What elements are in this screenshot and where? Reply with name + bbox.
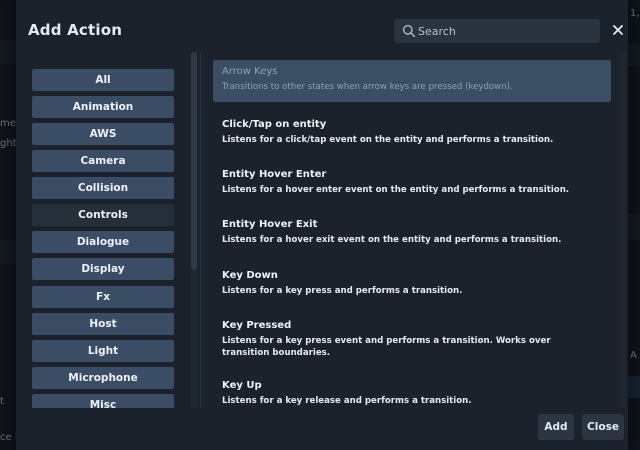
category-scrollbar-thumb[interactable] bbox=[191, 52, 197, 270]
action-item[interactable]: Key Down Listens for a key press and per… bbox=[213, 264, 611, 306]
category-label: Dialogue bbox=[76, 236, 130, 248]
action-item[interactable]: Key Pressed Listens for a key press even… bbox=[213, 314, 611, 368]
category-label: Host bbox=[89, 318, 117, 330]
category-list: All Animation AWS Camera Collision Contr… bbox=[31, 60, 191, 408]
category-button[interactable]: AWS bbox=[32, 123, 174, 145]
category-label: Display bbox=[81, 263, 125, 275]
category-label: All bbox=[95, 74, 111, 86]
action-description: Listens for a key release and performs a… bbox=[222, 396, 472, 406]
action-title: Key Pressed bbox=[222, 320, 292, 331]
action-description: Listens for a click/tap event on the ent… bbox=[222, 135, 554, 145]
category-label: Collision bbox=[77, 182, 129, 194]
action-item-selected[interactable]: Arrow Keys Transitions to other states w… bbox=[213, 60, 611, 102]
category-button[interactable]: All bbox=[32, 69, 174, 91]
category-button[interactable]: Misc bbox=[32, 394, 174, 408]
category-label: Misc bbox=[89, 399, 117, 408]
action-title: Arrow Keys bbox=[222, 66, 278, 77]
action-description: Listens for a key press and performs a t… bbox=[222, 286, 463, 296]
action-description: Listens for a hover exit event on the en… bbox=[222, 235, 562, 245]
action-description: Listens for a hover enter event on the e… bbox=[222, 185, 570, 195]
category-button[interactable]: Light bbox=[32, 340, 174, 362]
category-button[interactable]: Camera bbox=[32, 150, 174, 172]
search-input[interactable] bbox=[418, 19, 596, 43]
action-item[interactable]: Key Up Listens for a key release and per… bbox=[213, 374, 611, 408]
category-button[interactable]: Animation bbox=[32, 96, 174, 118]
add-button[interactable]: Add bbox=[538, 414, 574, 440]
action-scrollbar[interactable] bbox=[620, 52, 626, 408]
dialog-header: Add Action bbox=[16, 0, 628, 60]
action-title: Entity Hover Enter bbox=[222, 169, 327, 180]
category-button[interactable]: Display bbox=[32, 258, 174, 280]
category-label: Camera bbox=[80, 155, 126, 167]
action-item[interactable]: Entity Hover Exit Listens for a hover ex… bbox=[213, 213, 611, 255]
search-box[interactable] bbox=[394, 19, 600, 43]
category-label: Microphone bbox=[68, 372, 138, 384]
category-label: Controls bbox=[78, 209, 128, 221]
action-title: Key Up bbox=[222, 380, 262, 391]
action-description: Listens for a key press event and perfor… bbox=[222, 336, 551, 358]
category-button[interactable]: Collision bbox=[32, 177, 174, 199]
category-label: AWS bbox=[89, 128, 117, 140]
category-button[interactable]: Dialogue bbox=[32, 231, 174, 253]
search-icon bbox=[402, 24, 416, 38]
close-button[interactable]: Close bbox=[582, 414, 624, 440]
action-title: Entity Hover Exit bbox=[222, 219, 318, 230]
action-title: Key Down bbox=[222, 270, 278, 281]
category-label: Fx bbox=[96, 291, 110, 303]
pane-divider bbox=[200, 52, 201, 408]
category-button[interactable]: Host bbox=[32, 313, 174, 335]
category-button[interactable]: Fx bbox=[32, 286, 174, 308]
action-item[interactable]: Click/Tap on entity Listens for a click/… bbox=[213, 113, 611, 155]
category-label: Light bbox=[87, 345, 119, 357]
add-action-dialog: Add Action All Animation AWS Camera Coll… bbox=[16, 0, 628, 450]
action-list: Arrow Keys Transitions to other states w… bbox=[204, 52, 616, 408]
close-icon[interactable] bbox=[612, 23, 624, 37]
action-title: Click/Tap on entity bbox=[222, 119, 327, 130]
dialog-title: Add Action bbox=[28, 21, 123, 39]
action-description: Transitions to other states when arrow k… bbox=[222, 82, 513, 92]
category-label: Animation bbox=[72, 101, 134, 113]
category-scrollbar[interactable] bbox=[191, 52, 197, 408]
category-button-active[interactable]: Controls bbox=[32, 204, 174, 226]
category-button[interactable]: Microphone bbox=[32, 367, 174, 389]
action-item[interactable]: Entity Hover Enter Listens for a hover e… bbox=[213, 163, 611, 205]
